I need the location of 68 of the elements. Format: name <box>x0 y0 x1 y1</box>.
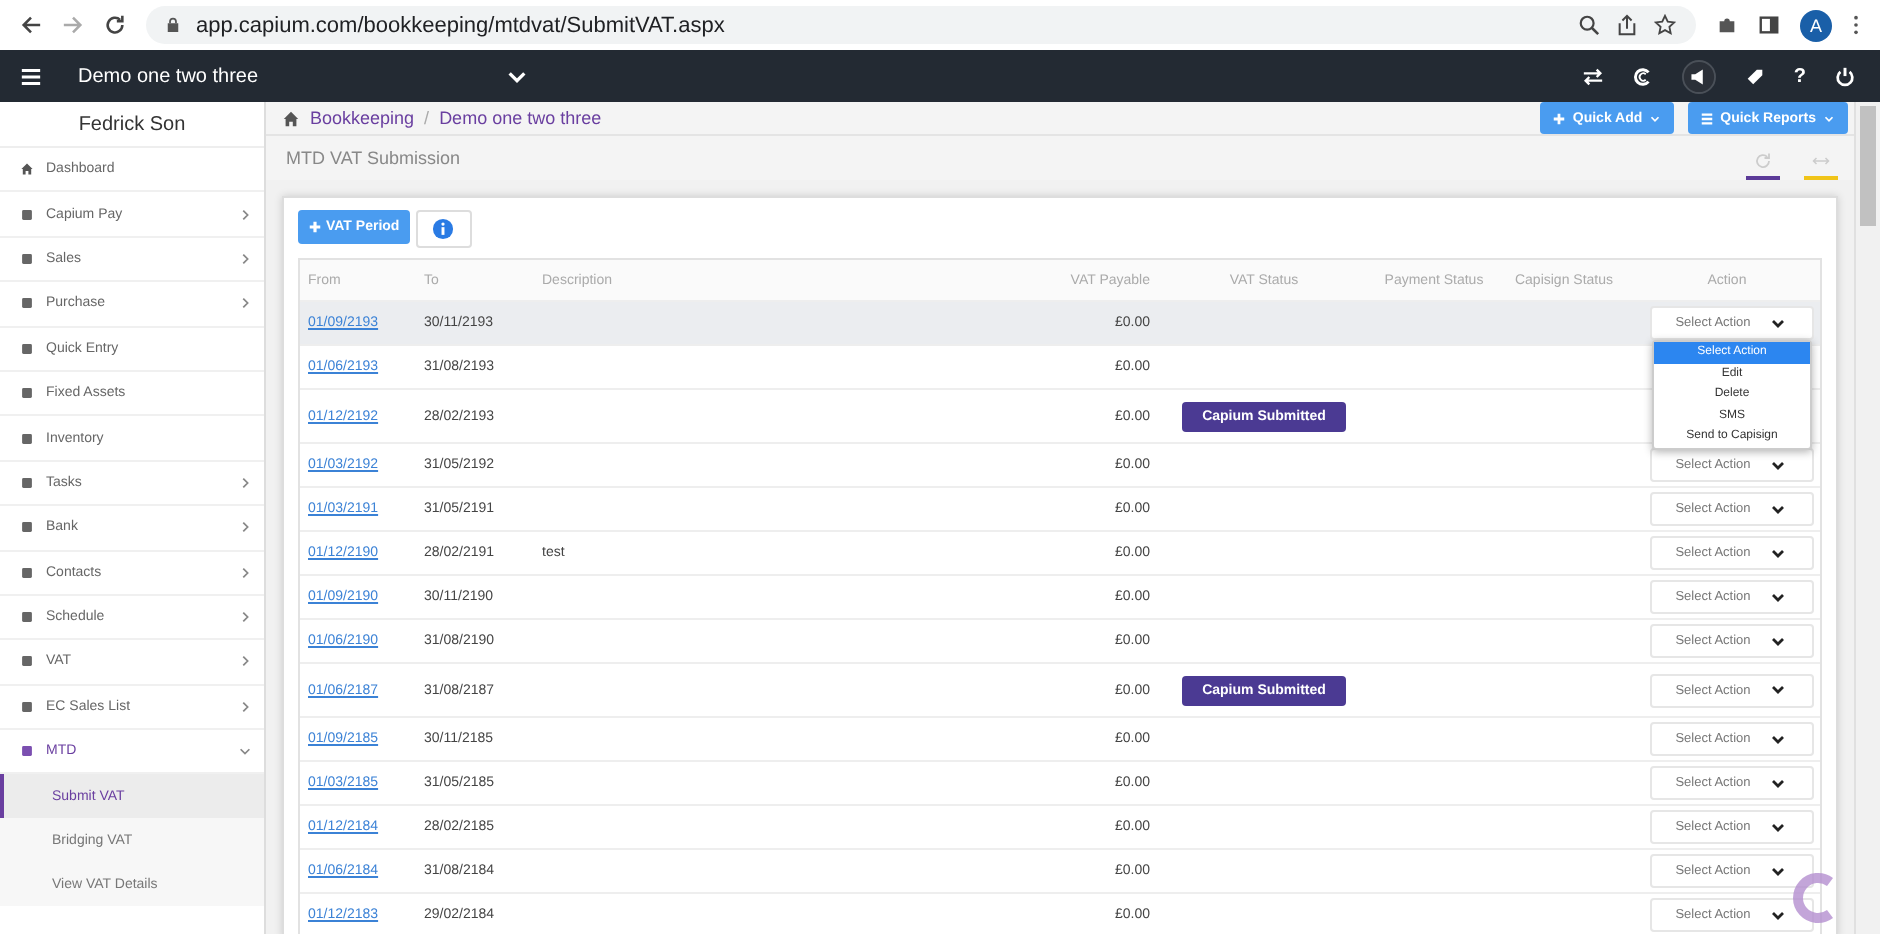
chevron-right-icon <box>238 565 252 580</box>
chevron-right-icon <box>238 251 252 266</box>
chevron-right-icon <box>238 654 252 669</box>
swap-icon[interactable] <box>1581 65 1604 87</box>
square-icon <box>20 520 34 535</box>
chevron-down-icon <box>1770 589 1787 605</box>
list-icon <box>1700 111 1715 125</box>
chevron-down-icon <box>1770 545 1787 561</box>
info-icon <box>432 218 455 240</box>
caret-icon <box>1648 111 1663 125</box>
share-icon[interactable] <box>1616 14 1638 36</box>
chevron-down-icon <box>238 744 252 759</box>
chevron-right-icon <box>238 475 252 490</box>
chevron-down-icon <box>1770 819 1787 835</box>
chevron-right-icon <box>238 207 252 222</box>
chevron-down-icon <box>1770 731 1787 747</box>
chevron-right-icon <box>238 699 252 714</box>
square-icon <box>20 610 34 625</box>
square-icon <box>20 699 34 714</box>
house-icon <box>20 162 34 177</box>
square-icon <box>20 431 34 446</box>
square-icon <box>20 341 34 356</box>
sidebar-icon[interactable] <box>1758 14 1780 36</box>
address-bar[interactable]: app.capium.com/bookkeeping/mtdvat/SubmitVAT.aspx <box>146 6 1696 44</box>
menu-icon[interactable] <box>20 65 42 87</box>
breadcrumb-link[interactable]: Demo one two three <box>439 108 602 128</box>
breadcrumb-link[interactable]: Bookkeeping <box>310 108 415 128</box>
square-icon <box>20 654 34 669</box>
megaphone-icon[interactable] <box>1681 59 1716 93</box>
chevron-right-icon <box>238 296 252 311</box>
info-button[interactable] <box>415 210 472 248</box>
profile-avatar[interactable]: A <box>1800 9 1832 41</box>
square-icon <box>20 296 34 311</box>
chevron-right-icon <box>238 520 252 535</box>
reload-icon[interactable] <box>104 14 126 36</box>
company-name: Demo one two three <box>78 65 259 87</box>
c-logo-icon[interactable] <box>1631 65 1654 87</box>
square-icon <box>20 386 34 401</box>
chevron-down-icon <box>1770 501 1787 517</box>
chevron-down-icon <box>1770 457 1787 473</box>
power-icon[interactable] <box>1834 65 1856 87</box>
back-icon[interactable] <box>20 14 42 36</box>
square-icon <box>20 565 34 580</box>
more-icon[interactable] <box>1852 14 1860 36</box>
home-icon[interactable] <box>282 109 300 127</box>
chevron-down-icon <box>1770 863 1787 879</box>
page-title: MTD VAT Submission <box>286 148 461 168</box>
help-button[interactable]: ? <box>1793 65 1806 87</box>
zoom-icon[interactable] <box>1578 14 1600 36</box>
plus-icon <box>1552 111 1567 125</box>
chevron-down-icon <box>1770 682 1787 698</box>
chevron-down-icon <box>1770 633 1787 649</box>
caret-icon <box>1822 111 1836 125</box>
user-name: Fedrick Son <box>0 102 264 148</box>
chevron-down-icon <box>1770 907 1787 923</box>
chevron-down-icon <box>1770 775 1787 791</box>
chevron-down-icon <box>1770 315 1787 331</box>
square-icon <box>20 207 34 222</box>
square-icon <box>20 744 34 759</box>
chevron-right-icon <box>238 610 252 625</box>
star-icon[interactable] <box>1654 14 1676 36</box>
plus-icon <box>308 220 322 234</box>
square-icon <box>20 475 34 490</box>
tag-icon[interactable] <box>1743 65 1766 87</box>
scrollbar[interactable] <box>1854 102 1880 934</box>
breadcrumb-separator: / <box>424 108 430 128</box>
square-icon <box>20 251 34 266</box>
lock-icon <box>166 16 180 34</box>
